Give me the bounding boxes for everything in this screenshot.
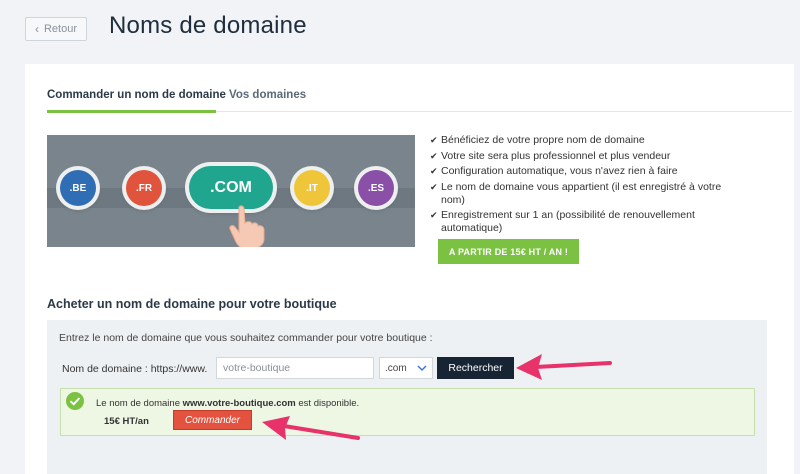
chevron-down-icon [417, 365, 427, 372]
tab-my-domains[interactable]: Vos domaines [229, 89, 306, 101]
tld-bubble-be: .BE [60, 170, 96, 206]
back-button[interactable]: ‹ Retour [25, 17, 87, 41]
search-button[interactable]: Rechercher [437, 357, 514, 379]
order-button[interactable]: Commander [173, 410, 252, 430]
availability-text: Le nom de domaine www.votre-boutique.com… [96, 398, 360, 409]
buy-section-title: Acheter un nom de domaine pour votre bou… [47, 297, 337, 311]
availability-result: Le nom de domaine www.votre-boutique.com… [60, 388, 755, 436]
list-item: ✔ Le nom de domaine vous appartient (il e… [430, 180, 722, 206]
hero-image: .BE .FR .COM .IT .ES [47, 135, 415, 247]
domain-name-input[interactable] [216, 357, 374, 379]
domain-prefix-label: Nom de domaine : https://www. [62, 363, 208, 375]
pointing-hand-icon [229, 205, 265, 247]
check-icon: ✔ [430, 135, 438, 145]
tld-selected-value: .com [385, 362, 407, 374]
tld-select[interactable]: .com [379, 357, 433, 379]
price-cta-button[interactable]: A PARTIR DE 15€ HT / AN ! [438, 239, 579, 264]
list-item: ✔ Configuration automatique, vous n'avez … [430, 165, 678, 177]
list-item: ✔ Enregistrement sur 1 an (possibilité de… [430, 209, 695, 234]
list-item: ✔ Bénéficiez de votre propre nom de domai… [430, 134, 645, 146]
tld-bubble-fr: .FR [126, 170, 162, 206]
check-icon: ✔ [430, 166, 438, 176]
check-circle-icon [66, 392, 84, 410]
tld-bubble-it: .IT [294, 170, 330, 206]
annotation-arrow-icon [516, 354, 612, 380]
check-icon: ✔ [430, 181, 438, 192]
tld-bubble-com: .COM [189, 166, 273, 209]
tab-order-domain[interactable]: Commander un nom de domaine [47, 89, 226, 101]
main-card: Commander un nom de domaine Vos domaines… [25, 64, 794, 474]
back-button-label: Retour [43, 23, 78, 35]
tld-bubble-es: .ES [358, 170, 394, 206]
tab-bar: Commander un nom de domaine Vos domaines [47, 88, 792, 113]
available-domain: www.votre-boutique.com [182, 398, 296, 409]
check-icon: ✔ [430, 210, 438, 220]
top-bar: ‹ Retour Noms de domaine [0, 0, 800, 60]
domain-price: 15€ HT/an [104, 416, 149, 427]
annotation-arrow-icon [262, 416, 360, 440]
active-tab-indicator [47, 110, 216, 113]
page-title: Noms de domaine [109, 12, 307, 39]
domain-search-panel: Entrez le nom de domaine que vous souhai… [47, 320, 767, 474]
check-icon: ✔ [430, 150, 438, 161]
search-intro-text: Entrez le nom de domaine que vous souhai… [59, 332, 433, 344]
feature-list: ✔ Bénéficiez de votre propre nom de domai… [430, 134, 730, 238]
chevron-left-icon: ‹ [34, 22, 39, 36]
list-item: ✔ Votre site sera plus professionnel et p… [430, 149, 671, 162]
